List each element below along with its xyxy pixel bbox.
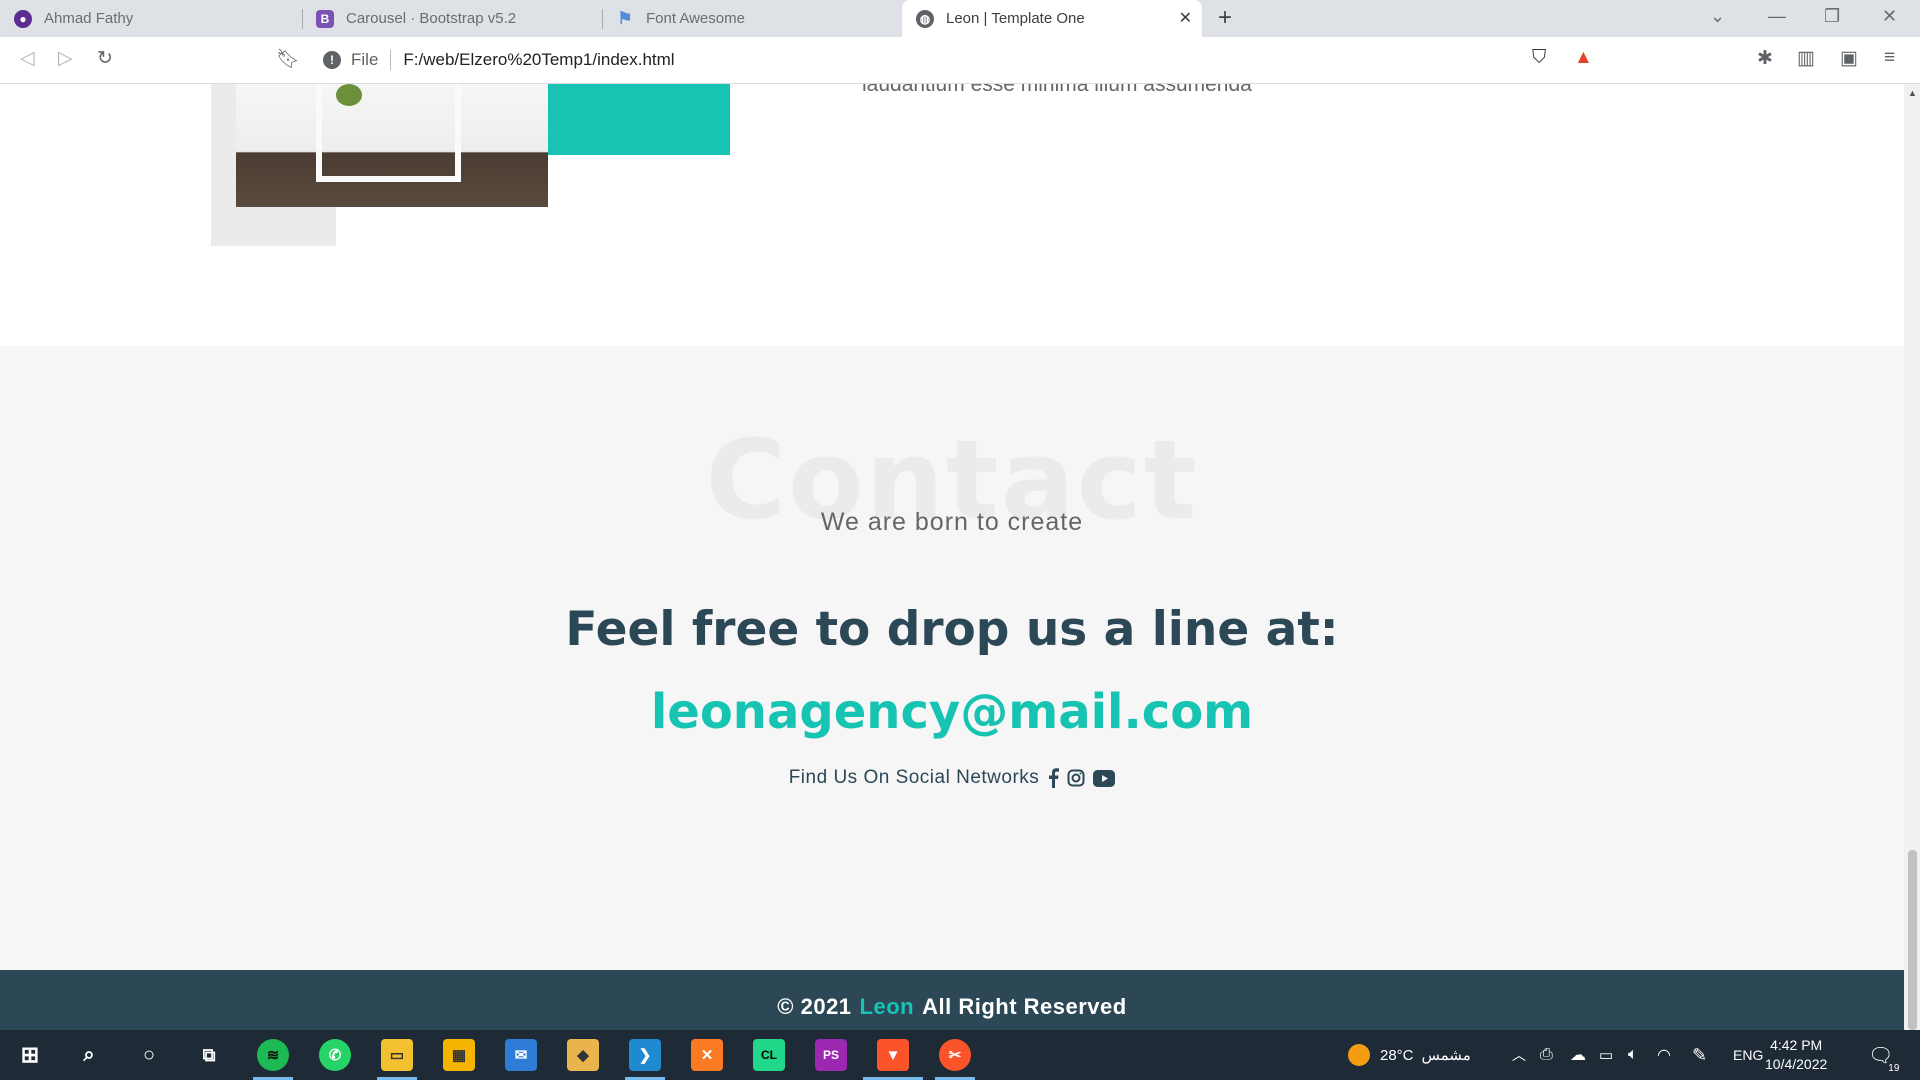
forward-icon[interactable]: ▷ <box>58 47 73 70</box>
bookmark-icon[interactable]: 🔖︎ <box>276 47 300 71</box>
tab-label: Font Awesome <box>646 10 745 27</box>
about-text: laudantium esse minima illum assumenda <box>862 84 1252 96</box>
meet-now-icon[interactable]: ⎙ <box>1540 1030 1553 1080</box>
restore-button[interactable]: ❐ <box>1824 6 1840 27</box>
scrollbar-thumb[interactable] <box>1908 850 1917 1030</box>
weather-label: مشمس <box>1421 1047 1471 1064</box>
contact-email-link[interactable]: leonagency@mail.com <box>0 684 1904 740</box>
notification-center-icon[interactable]: 🗨︎ 19 <box>1868 1030 1902 1080</box>
weather-widget[interactable]: 28°C مشمس <box>1348 1030 1471 1080</box>
search-icon[interactable]: ⌕ <box>73 1039 105 1071</box>
clion-icon[interactable]: CL <box>753 1039 785 1071</box>
tab-label: Ahmad Fathy <box>44 10 134 27</box>
tab-search-icon[interactable]: ⌄ <box>1710 6 1725 27</box>
wifi-icon[interactable]: ◠ <box>1657 1030 1671 1080</box>
phpstorm-icon[interactable]: PS <box>815 1039 847 1071</box>
youtube-icon[interactable] <box>1093 769 1116 787</box>
tab-leon-template[interactable]: ◍ Leon | Template One ✕ <box>902 0 1202 37</box>
page-viewport: laudantium esse minima illum assumenda C… <box>0 84 1904 1030</box>
task-view-icon[interactable]: ⧉ <box>193 1039 225 1071</box>
url-divider <box>390 50 392 70</box>
cortana-icon[interactable]: ○ <box>133 1039 165 1071</box>
menu-icon[interactable]: ≡ <box>1884 47 1895 69</box>
scheme-label: File <box>351 50 379 69</box>
page-scrollbar[interactable]: ▲ <box>1904 84 1920 1030</box>
contact-headline: Feel free to drop us a line at: <box>565 602 1339 657</box>
tab-bootstrap-carousel[interactable]: B Carousel · Bootstrap v5.2 <box>302 0 602 37</box>
globe-icon: ◍ <box>916 9 934 28</box>
extensions-icon[interactable]: ✱ <box>1757 47 1773 70</box>
sun-icon <box>1348 1044 1370 1066</box>
pen-icon[interactable]: ✎ <box>1692 1030 1707 1080</box>
site-info-icon[interactable]: ! <box>323 51 341 69</box>
facebook-icon[interactable] <box>1047 768 1060 788</box>
address-bar[interactable]: ! File F:/web/Elzero%20Temp1/index.html <box>313 43 1608 77</box>
sidebar-icon[interactable]: ▥ <box>1797 47 1815 70</box>
about-image <box>236 84 548 207</box>
vscode-icon[interactable]: ❯ <box>629 1039 661 1071</box>
tab-ahmad-fathy[interactable]: ● Ahmad Fathy <box>0 0 302 37</box>
decorative-teal-block <box>548 84 730 155</box>
close-tab-icon[interactable]: ✕ <box>1179 8 1192 28</box>
footer-copyright: © 2021 <box>777 994 852 1019</box>
scroll-up-icon[interactable]: ▲ <box>1908 88 1917 98</box>
file-explorer-icon[interactable]: ▭ <box>381 1039 413 1071</box>
wallet-icon[interactable]: ▣ <box>1840 47 1858 70</box>
whatsapp-icon[interactable]: ✆ <box>319 1039 351 1071</box>
flag-icon: ⚑ <box>617 8 633 28</box>
input-language[interactable]: ENG <box>1733 1030 1763 1080</box>
back-icon[interactable]: ◁ <box>20 47 35 70</box>
browser-toolbar: ◁ ▷ ↻ 🔖︎ ! File F:/web/Elzero%20Temp1/in… <box>0 37 1920 84</box>
profile-icon: ● <box>14 9 32 28</box>
bootstrap-icon: B <box>316 9 334 28</box>
tab-font-awesome[interactable]: ⚑ Font Awesome <box>602 0 902 37</box>
sourcetree-icon[interactable]: ◆ <box>567 1039 599 1071</box>
tab-label: Leon | Template One <box>946 10 1085 27</box>
battery-icon[interactable]: ▭ <box>1599 1030 1613 1080</box>
brave-rewards-icon[interactable]: ▲ <box>1574 47 1593 69</box>
windows-taskbar: ⊞ ⌕ ○ ⧉ ≋ ✆ ▭ ▦ ✉ ◆ ❯ ✕ CL PS ▼ ✂ 28°C م… <box>0 1030 1920 1080</box>
tab-label: Carousel · Bootstrap v5.2 <box>346 10 517 27</box>
social-label: Find Us On Social Networks <box>788 767 1040 788</box>
close-window-button[interactable]: ✕ <box>1882 6 1897 27</box>
weather-temp: 28°C <box>1380 1046 1414 1064</box>
minimize-button[interactable]: — <box>1768 6 1786 27</box>
spotify-icon[interactable]: ≋ <box>257 1039 289 1071</box>
xampp-icon[interactable]: ✕ <box>691 1039 723 1071</box>
footer-rights: All Right Reserved <box>922 994 1127 1019</box>
url-text[interactable]: F:/web/Elzero%20Temp1/index.html <box>403 50 674 70</box>
brave-shields-icon[interactable]: ⛉ <box>1532 47 1546 69</box>
onedrive-icon[interactable]: ☁ <box>1570 1030 1586 1080</box>
store-icon[interactable]: ▦ <box>443 1039 475 1071</box>
footer-brand[interactable]: Leon <box>860 994 915 1019</box>
brave-icon[interactable]: ▼ <box>877 1039 909 1071</box>
volume-icon[interactable]: 🔈︎ <box>1628 1030 1638 1080</box>
reload-icon[interactable]: ↻ <box>97 47 113 70</box>
image-plant <box>336 84 362 106</box>
clock-date: 10/4/2022 <box>1765 1056 1828 1072</box>
new-tab-button[interactable]: + <box>1218 4 1232 32</box>
start-icon[interactable]: ⊞ <box>14 1039 46 1071</box>
tab-strip: ● Ahmad Fathy B Carousel · Bootstrap v5.… <box>0 0 1920 37</box>
notification-count: 19 <box>1886 1062 1902 1074</box>
clock-time: 4:42 PM <box>1770 1037 1823 1053</box>
show-hidden-icons[interactable]: ︿ <box>1512 1030 1526 1080</box>
contact-subtitle: We are born to create <box>820 508 1084 536</box>
site-footer: © 2021 Leon All Right Reserved <box>0 970 1904 1030</box>
system-clock[interactable]: 4:42 PM 10/4/2022 <box>1765 1036 1827 1074</box>
snipping-tool-icon[interactable]: ✂ <box>939 1039 971 1071</box>
contact-section: Contact We are born to create Feel free … <box>0 346 1904 970</box>
mail-icon[interactable]: ✉ <box>505 1039 537 1071</box>
social-networks: Find Us On Social Networks <box>0 767 1904 789</box>
instagram-icon[interactable] <box>1067 769 1085 787</box>
